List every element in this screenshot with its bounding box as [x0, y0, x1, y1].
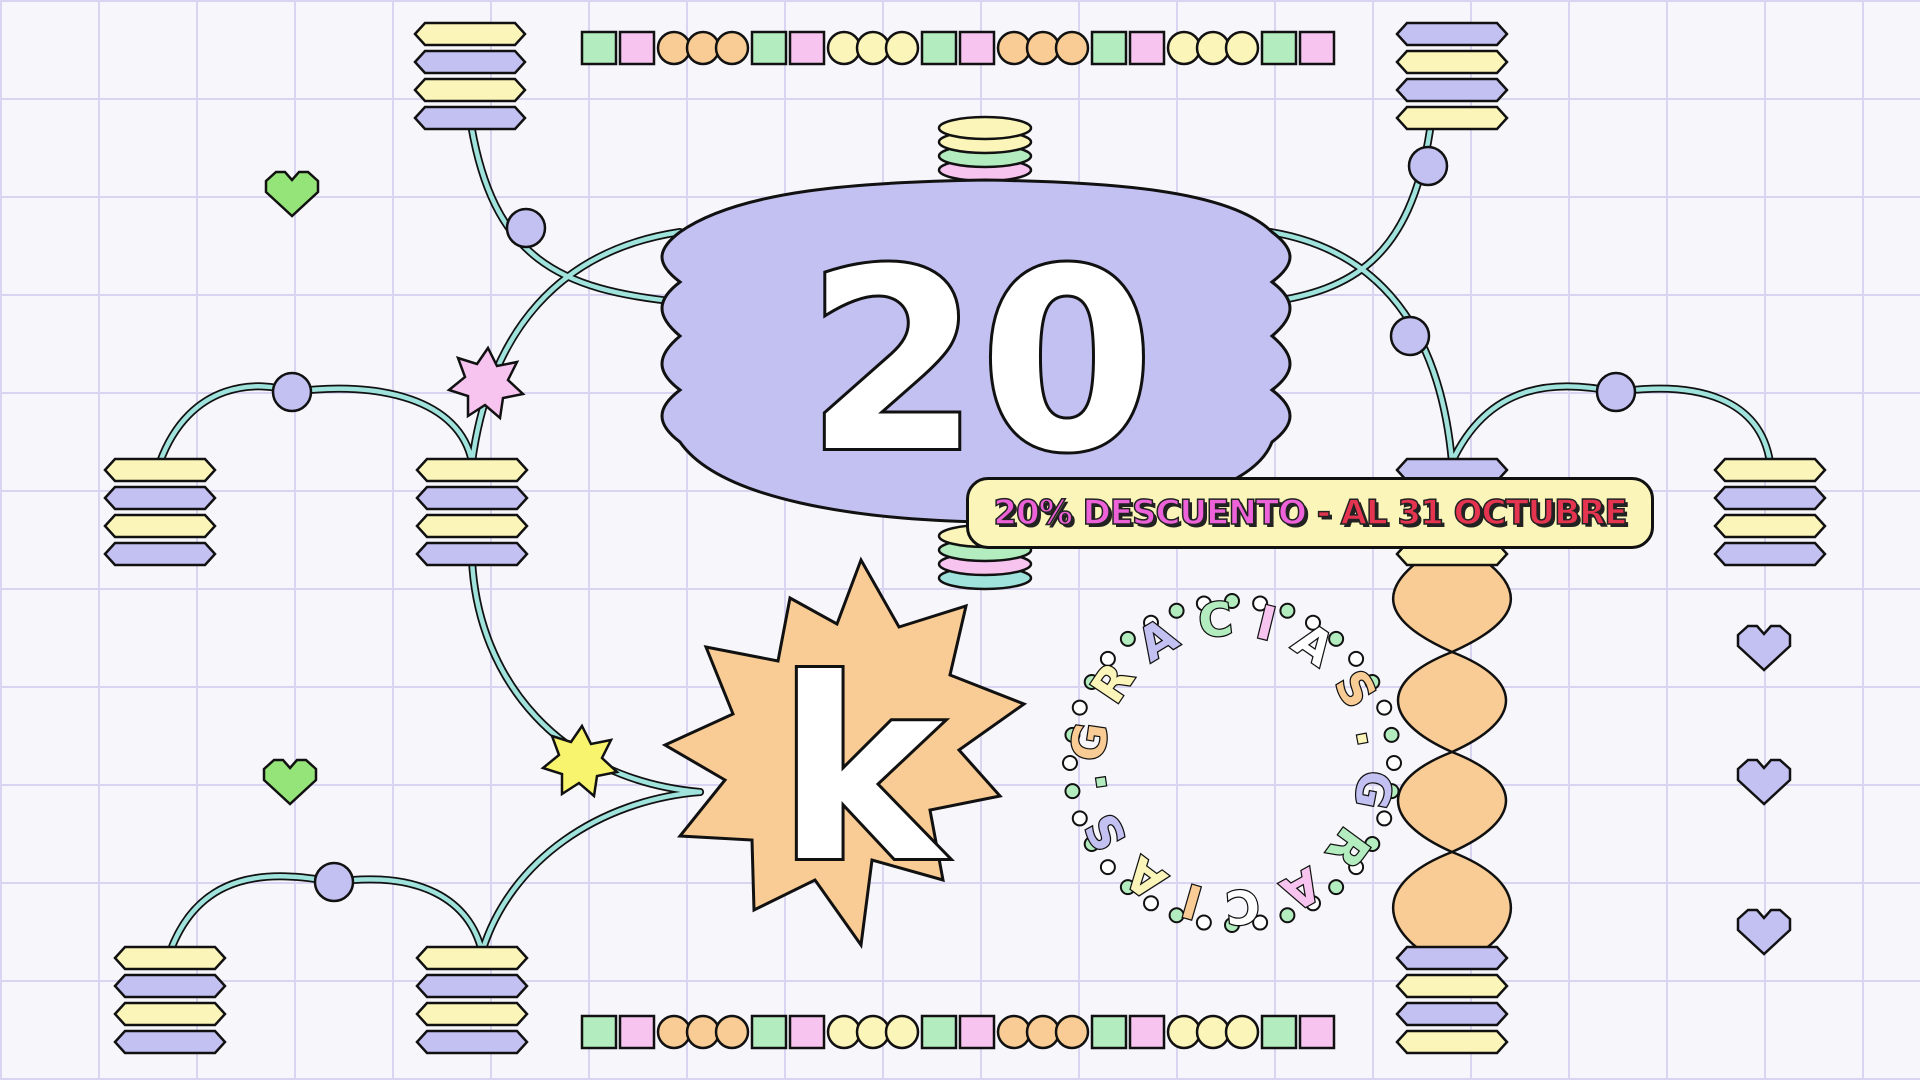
heart-icon [1736, 908, 1792, 956]
coin-stack-top-right [1395, 21, 1509, 131]
coin-stack-center-top [937, 115, 1033, 183]
coin-stack-mid-center-left [415, 457, 529, 567]
coin-stack-bottom-left [113, 945, 227, 1055]
ring-dot [1168, 602, 1185, 619]
banner-deadline: AL 31 OCTUBRE [1340, 492, 1628, 534]
coin-stack-top-left [413, 21, 527, 131]
banner-discount: 20% DESCUENTO [993, 492, 1308, 534]
heart-icon [262, 758, 318, 806]
ring-dot [1071, 699, 1088, 716]
bead-string-top [580, 30, 1336, 66]
gracias-ring-text: GRA C IA S. G R ACIAS. [1060, 591, 1403, 935]
ring-dot [1119, 630, 1136, 647]
twisted-ribbon [1392, 558, 1512, 952]
coin-stack-mid-right [1713, 457, 1827, 567]
bead-string-bottom [580, 1014, 1336, 1050]
ring-dot [1386, 755, 1402, 771]
ring-dot [1328, 879, 1345, 896]
heart-icon [1736, 624, 1792, 672]
star-icon [446, 345, 526, 421]
banner-separator: - [1305, 492, 1341, 534]
ring-dot [1279, 907, 1296, 924]
coin-stack-mid-left [103, 457, 217, 567]
ring-dot [1071, 810, 1088, 827]
heart-icon [264, 170, 320, 218]
ring-dot [1195, 914, 1212, 931]
ring-dot [1376, 810, 1393, 827]
headline-number: 20 [806, 216, 1154, 507]
ring-dot [1099, 859, 1116, 876]
ring-dot [1348, 650, 1365, 667]
ring-dot [1279, 602, 1296, 619]
ring-dot [1376, 699, 1393, 716]
heart-icon [1736, 758, 1792, 806]
star-icon [540, 723, 620, 799]
gracias-badge: GRA C IA S. G R ACIAS. [1059, 590, 1405, 936]
discount-banner: 20% DESCUENTO - AL 31 OCTUBRE [966, 477, 1654, 549]
headline-unit: k [777, 626, 949, 917]
coin-stack-bottom-center-left [415, 945, 529, 1055]
coin-stack-bottom-right [1395, 945, 1509, 1055]
